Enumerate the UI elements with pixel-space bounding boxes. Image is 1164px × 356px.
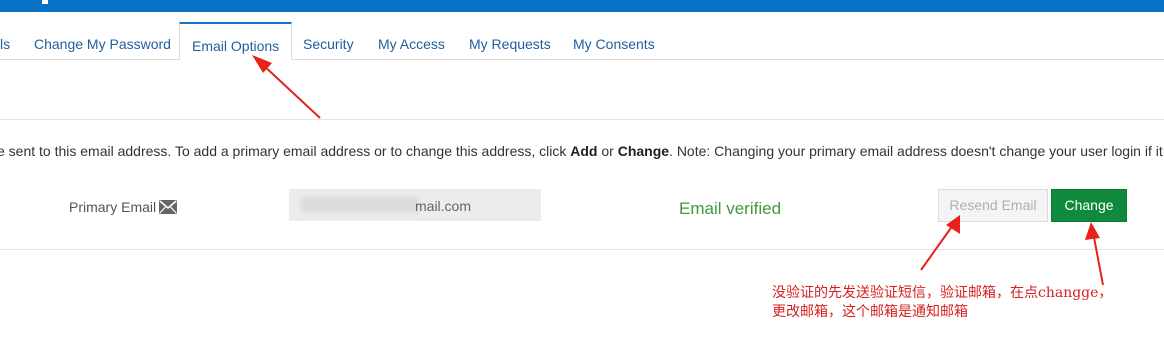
arrow-to-change-button xyxy=(1085,222,1104,286)
tab-security[interactable]: Security xyxy=(303,36,354,52)
divider xyxy=(0,249,1164,250)
tab-my-access[interactable]: My Access xyxy=(378,36,445,52)
email-verified-status: Email verified xyxy=(679,199,782,218)
annotation-line-2: 更改邮箱，这个邮箱是通知邮箱 xyxy=(772,304,968,320)
tab-my-consents[interactable]: My Consents xyxy=(573,36,655,52)
change-keyword: Change xyxy=(617,143,670,159)
annotation-note: 没验证的先发送验证短信，验证邮箱，在点changge， 更改邮箱，这个邮箱是通知… xyxy=(772,284,1152,322)
tab-details[interactable]: ls xyxy=(0,36,10,52)
change-email-button[interactable]: Change xyxy=(1051,189,1127,222)
description-note: . Note: Changing your primary email addr… xyxy=(669,143,1164,159)
divider xyxy=(0,119,1164,120)
header-fragment xyxy=(42,0,48,4)
primary-email-label: Primary Email xyxy=(69,199,157,215)
redacted-email-part xyxy=(301,197,419,213)
tab-my-requests[interactable]: My Requests xyxy=(469,36,551,52)
arrow-to-resend-button xyxy=(920,215,960,271)
description-text: e sent to this email address. To add a p… xyxy=(0,143,571,159)
resend-email-button[interactable]: Resend Email xyxy=(938,189,1048,222)
email-domain-text: mail.com xyxy=(415,198,472,214)
arrow-to-email-options-tab xyxy=(252,55,321,119)
annotation-line-1: 没验证的先发送验证短信，验证邮箱，在点changge， xyxy=(772,285,1113,301)
tab-bar: ls Change My Password Email Options Secu… xyxy=(0,12,1164,60)
primary-email-field: mail.com xyxy=(289,189,541,221)
tab-change-my-password[interactable]: Change My Password xyxy=(34,36,171,52)
envelope-icon xyxy=(159,199,177,215)
top-header-bar xyxy=(0,0,1164,12)
description-or: or xyxy=(597,143,618,159)
add-keyword: Add xyxy=(570,143,598,159)
email-description: e sent to this email address. To add a p… xyxy=(0,143,1164,159)
tab-email-options[interactable]: Email Options xyxy=(179,22,293,60)
